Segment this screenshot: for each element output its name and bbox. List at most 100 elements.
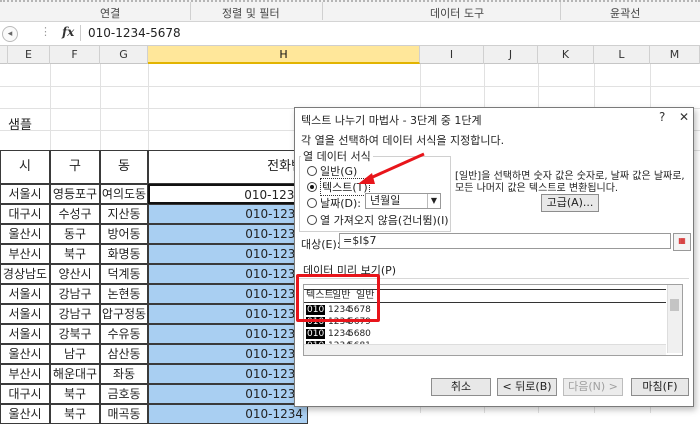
cell-dong[interactable]: 방어동 <box>100 224 148 244</box>
cell-district[interactable]: 남구 <box>50 344 100 364</box>
column-header-l[interactable]: L <box>594 46 650 64</box>
cell-city[interactable]: 부산시 <box>0 244 50 264</box>
cell-district[interactable]: 수성구 <box>50 204 100 224</box>
cell-dong[interactable]: 좌동 <box>100 364 148 384</box>
ribbon-separator <box>190 2 191 20</box>
cell-city[interactable]: 서울시 <box>0 184 50 204</box>
next-button[interactable]: 다음(N) > <box>563 378 623 396</box>
annotation-highlight-box <box>296 274 380 322</box>
cell-dong[interactable]: 금호동 <box>100 384 148 404</box>
cell-district[interactable]: 영등포구 <box>50 184 100 204</box>
cell-dong[interactable]: 덕계동 <box>100 264 148 284</box>
cancel-button[interactable]: 취소 <box>431 378 491 396</box>
cell-dong[interactable]: 화명동 <box>100 244 148 264</box>
preview-vertical-scrollbar[interactable] <box>667 285 682 353</box>
radio-skip-label: 열 가져오지 않음(건너뜀)(I) <box>320 214 449 227</box>
cell-district[interactable]: 강남구 <box>50 304 100 324</box>
column-header-j[interactable]: J <box>484 46 538 64</box>
cell-district[interactable]: 북구 <box>50 384 100 404</box>
target-label: 대상(E): <box>301 238 341 251</box>
dialog-title: 텍스트 나누기 마법사 - 3단계 중 1단계 <box>301 114 482 127</box>
table-header-dong[interactable]: 동 <box>100 150 148 184</box>
formula-bar-handle-icon[interactable]: ⋮ <box>40 25 51 38</box>
cell-city[interactable]: 대구시 <box>0 204 50 224</box>
advanced-button[interactable]: 고급(A)... <box>541 194 599 212</box>
column-header-i[interactable]: I <box>420 46 484 64</box>
cell-phone[interactable]: 010-1234 <box>148 284 308 304</box>
preview-horizontal-scrollbar[interactable] <box>304 344 666 355</box>
cell-district[interactable]: 북구 <box>50 404 100 424</box>
cell-district[interactable]: 동구 <box>50 224 100 244</box>
help-button[interactable]: ? <box>659 110 665 124</box>
cell-dong[interactable]: 지산동 <box>100 204 148 224</box>
radio-skip[interactable]: 열 가져오지 않음(건너뜀)(I) <box>307 212 449 228</box>
cell-dong[interactable]: 압구정동 <box>100 304 148 324</box>
column-header-m[interactable]: M <box>650 46 700 64</box>
cell-phone[interactable]: 010-1234 <box>148 184 308 204</box>
cell-phone[interactable]: 010-1234 <box>148 324 308 344</box>
cell-city[interactable]: 울산시 <box>0 344 50 364</box>
cell-phone[interactable]: 010-1234 <box>148 244 308 264</box>
cell-dong[interactable]: 논현동 <box>100 284 148 304</box>
cell-city[interactable]: 울산시 <box>0 404 50 424</box>
cell-dong[interactable]: 매곡동 <box>100 404 148 424</box>
back-button[interactable]: < 뒤로(B) <box>497 378 557 396</box>
ribbon-separator <box>560 2 561 20</box>
column-header-h[interactable]: H <box>148 46 420 64</box>
cell-dong[interactable]: 여의도동 <box>100 184 148 204</box>
cell-district[interactable]: 해운대구 <box>50 364 100 384</box>
column-headers: E F G H I J K L M <box>0 46 700 64</box>
cell-city[interactable]: 서울시 <box>0 304 50 324</box>
cell-phone[interactable]: 010-1234 <box>148 364 308 384</box>
sample-label: 샘플 <box>8 118 32 133</box>
table-header-district[interactable]: 구 <box>50 150 100 184</box>
cell-district[interactable]: 북구 <box>50 244 100 264</box>
formula-input[interactable]: 010-1234-5678 <box>88 26 181 40</box>
name-box-collapse-icon[interactable]: ◂ <box>2 26 18 42</box>
cell-city[interactable]: 서울시 <box>0 324 50 344</box>
close-button[interactable]: ✕ <box>679 110 689 124</box>
cell-dong[interactable]: 삼산동 <box>100 344 148 364</box>
column-header-k[interactable]: K <box>538 46 594 64</box>
insert-function-button[interactable]: fx <box>62 25 74 39</box>
cell-phone[interactable]: 010-1234 <box>148 404 308 424</box>
cell-district[interactable]: 강남구 <box>50 284 100 304</box>
cell-phone[interactable]: 010-1234 <box>148 264 308 284</box>
ribbon-separator <box>322 2 323 20</box>
radio-circle-icon <box>307 215 317 225</box>
cell-district[interactable]: 강북구 <box>50 324 100 344</box>
ribbon-group-connections: 연결 <box>100 7 121 20</box>
preview-cell: 5680 <box>348 329 371 339</box>
cell-district[interactable]: 양산시 <box>50 264 100 284</box>
format-note: [일반]을 선택하면 숫자 값은 숫자로, 날짜 값은 날짜로, 모든 나머지 … <box>455 171 685 194</box>
preview-cell: 010 <box>306 329 326 339</box>
finish-button[interactable]: 마침(F) <box>631 378 689 396</box>
ribbon-group-sort-filter: 정렬 및 필터 <box>222 7 280 20</box>
cell-city[interactable]: 울산시 <box>0 224 50 244</box>
cell-city[interactable]: 대구시 <box>0 384 50 404</box>
cell-phone[interactable]: 010-1234 <box>148 344 308 364</box>
cell-phone[interactable]: 010-1234 <box>148 224 308 244</box>
cell-city[interactable]: 부산시 <box>0 364 50 384</box>
cell-phone[interactable]: 010-1234 <box>148 304 308 324</box>
column-header-e[interactable]: E <box>8 46 50 64</box>
cell-phone[interactable]: 010-1234 <box>148 204 308 224</box>
column-header-g[interactable]: G <box>100 46 148 64</box>
ribbon-group-labels: 연결 정렬 및 필터 데이터 도구 윤곽선 <box>0 0 700 22</box>
cell-city[interactable]: 경상남도 <box>0 264 50 284</box>
formula-bar-divider <box>80 25 81 41</box>
cell-phone[interactable]: 010-1234 <box>148 384 308 404</box>
target-input[interactable]: =$I$7 <box>339 233 671 249</box>
select-all-corner[interactable] <box>0 46 8 64</box>
cell-dong[interactable]: 수유동 <box>100 324 148 344</box>
scroll-thumb[interactable] <box>670 299 679 311</box>
formula-bar: ◂ ⋮ fx 010-1234-5678 <box>0 22 700 46</box>
table-header-city[interactable]: 시 <box>0 150 50 184</box>
ribbon-group-outline: 윤곽선 <box>610 7 641 20</box>
ribbon-group-data-tools: 데이터 도구 <box>430 7 485 20</box>
column-header-f[interactable]: F <box>50 46 100 64</box>
range-picker-icon[interactable]: ▦ <box>673 233 691 251</box>
annotation-arrow-icon <box>358 152 425 184</box>
table-header-phone[interactable]: 전화번 <box>148 150 308 184</box>
cell-city[interactable]: 서울시 <box>0 284 50 304</box>
